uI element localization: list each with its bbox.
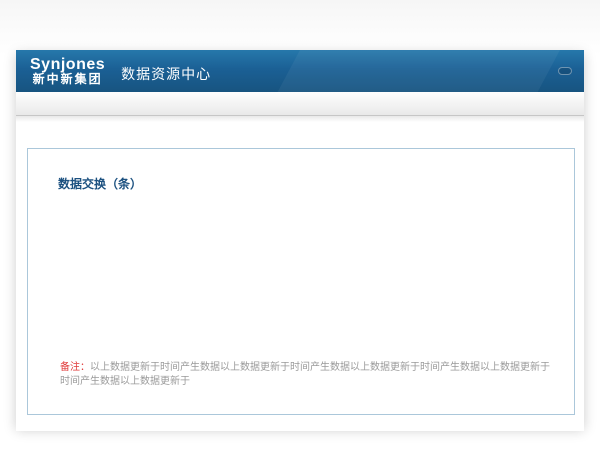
page-background: Synjones 新中新集团 数据资源中心 数据交换（条） 备注：以上数据更新于…	[0, 0, 600, 450]
app-title: 数据资源中心	[121, 58, 211, 84]
note-text: 以上数据更新于时间产生数据以上数据更新于时间产生数据以上数据更新于时间产生数据以…	[60, 362, 550, 387]
logo-chinese: 新中新集团	[30, 73, 105, 86]
note-label: 备注：	[60, 362, 90, 373]
user-actions-pill	[558, 67, 572, 75]
content-area: 数据交换（条） 备注：以上数据更新于时间产生数据以上数据更新于时间产生数据以上数…	[16, 122, 584, 431]
logo-english: Synjones	[30, 56, 105, 74]
app-header: Synjones 新中新集团 数据资源中心	[16, 50, 584, 92]
main-nav	[16, 92, 584, 116]
header-decor-stripe	[252, 50, 576, 92]
footer-note: 备注：以上数据更新于时间产生数据以上数据更新于时间产生数据以上数据更新于时间产生…	[60, 361, 550, 389]
app-window: Synjones 新中新集团 数据资源中心 数据交换（条） 备注：以上数据更新于…	[16, 50, 584, 426]
exchange-line-chart	[36, 195, 556, 355]
company-logo[interactable]: Synjones 新中新集团	[30, 56, 105, 87]
y-axis-title: 数据交换（条）	[58, 175, 142, 192]
chart-panel: 数据交换（条） 备注：以上数据更新于时间产生数据以上数据更新于时间产生数据以上数…	[27, 148, 575, 415]
